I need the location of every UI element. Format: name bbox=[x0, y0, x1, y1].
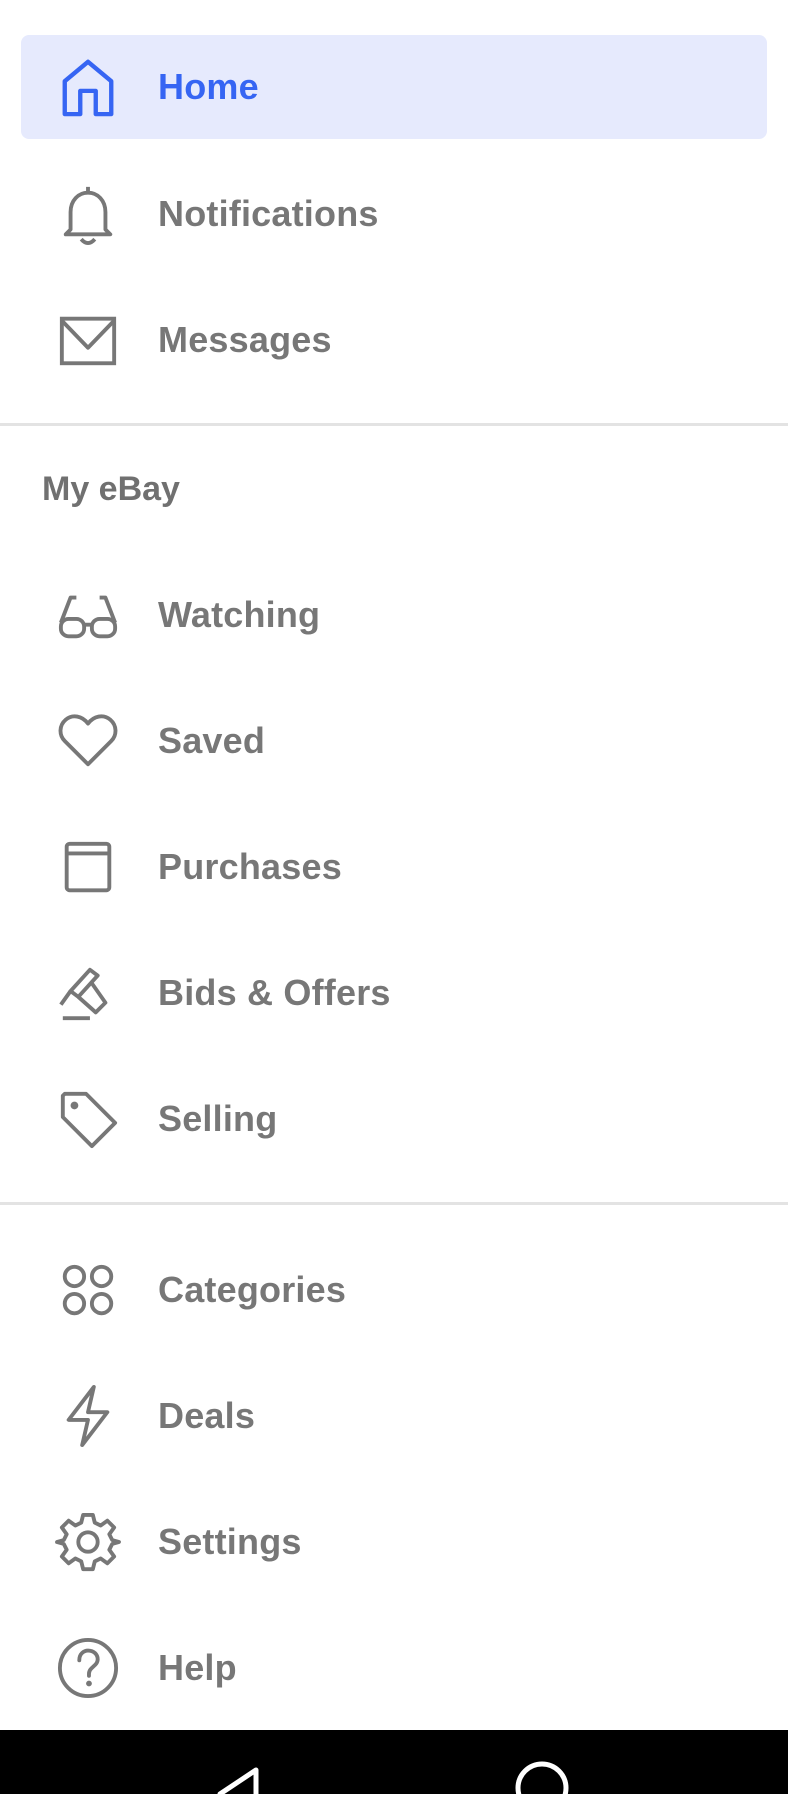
heart-icon bbox=[56, 709, 120, 773]
nav-item-home[interactable]: Home bbox=[21, 35, 767, 139]
nav-item-label: Deals bbox=[158, 1395, 256, 1436]
divider bbox=[0, 1202, 788, 1205]
nav-item-deals[interactable]: Deals bbox=[21, 1364, 767, 1468]
help-icon bbox=[56, 1636, 120, 1700]
nav-item-label: Messages bbox=[158, 319, 332, 360]
categories-icon bbox=[56, 1258, 120, 1322]
system-navigation-bar bbox=[0, 1730, 788, 1794]
home-icon bbox=[56, 55, 120, 119]
tag-icon bbox=[56, 1087, 120, 1151]
lightning-icon bbox=[56, 1384, 120, 1448]
nav-item-messages[interactable]: Messages bbox=[21, 288, 767, 392]
back-icon[interactable] bbox=[210, 1730, 270, 1794]
nav-item-help[interactable]: Help bbox=[21, 1616, 767, 1720]
nav-item-label: Help bbox=[158, 1647, 237, 1688]
nav-item-watching[interactable]: Watching bbox=[21, 563, 767, 667]
gear-icon bbox=[55, 1510, 121, 1574]
nav-item-label: Bids & Offers bbox=[158, 972, 391, 1013]
envelope-icon bbox=[56, 308, 120, 372]
nav-item-label: Saved bbox=[158, 720, 266, 761]
nav-item-saved[interactable]: Saved bbox=[21, 689, 767, 793]
home-circle-icon[interactable] bbox=[510, 1730, 574, 1794]
nav-item-bids-offers[interactable]: Bids & Offers bbox=[21, 941, 767, 1045]
bell-icon bbox=[56, 182, 120, 246]
navigation-drawer: Home Notifications Messages My eBay Watc… bbox=[0, 0, 788, 1730]
glasses-icon bbox=[56, 583, 120, 647]
box-icon bbox=[56, 835, 120, 899]
section-title-my-ebay: My eBay bbox=[42, 470, 180, 508]
nav-item-label: Purchases bbox=[158, 846, 342, 887]
nav-item-selling[interactable]: Selling bbox=[21, 1067, 767, 1171]
nav-item-label: Watching bbox=[158, 594, 321, 635]
nav-item-categories[interactable]: Categories bbox=[21, 1238, 767, 1342]
divider bbox=[0, 423, 788, 426]
nav-item-settings[interactable]: Settings bbox=[21, 1490, 767, 1594]
nav-item-label: Home bbox=[158, 66, 259, 107]
gavel-icon bbox=[56, 961, 120, 1025]
nav-item-label: Settings bbox=[158, 1521, 302, 1562]
nav-item-label: Categories bbox=[158, 1269, 347, 1310]
nav-item-purchases[interactable]: Purchases bbox=[21, 815, 767, 919]
nav-item-notifications[interactable]: Notifications bbox=[21, 162, 767, 266]
nav-item-label: Selling bbox=[158, 1098, 278, 1139]
nav-item-label: Notifications bbox=[158, 193, 379, 234]
